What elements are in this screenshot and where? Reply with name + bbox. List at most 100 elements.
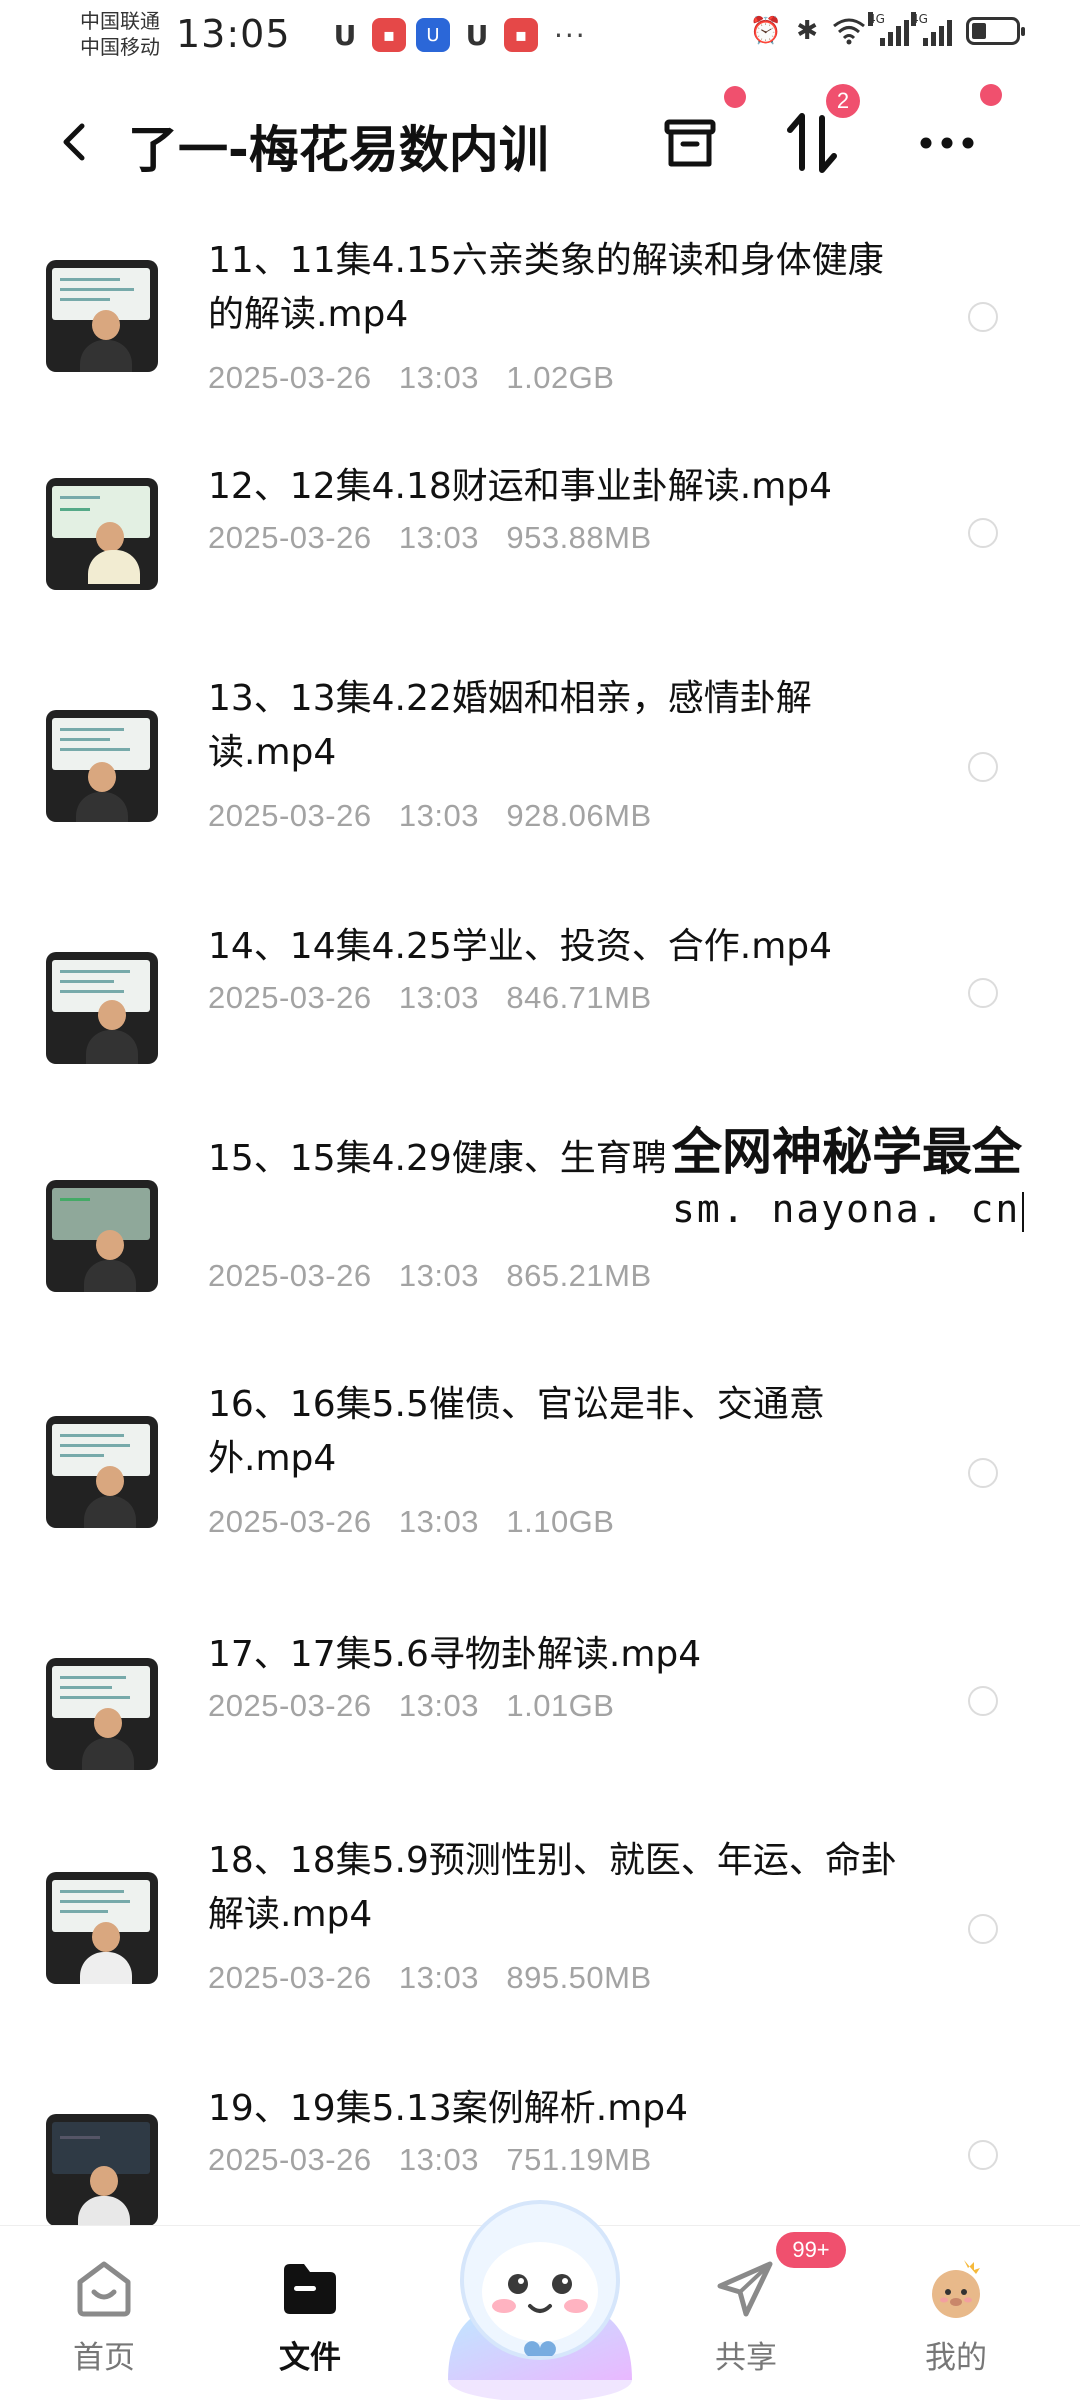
select-radio[interactable] (968, 2140, 998, 2170)
carrier-1: 中国联通 (80, 9, 160, 33)
select-radio[interactable] (968, 1458, 998, 1488)
page-title: 了一-梅花易数内训 (128, 121, 549, 179)
file-time: 13:03 (398, 520, 479, 555)
select-radio[interactable] (968, 978, 998, 1008)
carrier-info: 中国联通 中国移动 (80, 8, 160, 60)
file-time: 13:03 (398, 1688, 479, 1723)
nav-files-label: 文件 (279, 2340, 341, 2376)
file-time: 13:03 (398, 360, 479, 395)
video-thumbnail (46, 1180, 158, 1292)
file-size: 1.02GB (506, 360, 615, 395)
video-thumbnail (46, 1872, 158, 1984)
file-date: 2025-03-26 (208, 1504, 372, 1539)
watermark-title: 全网神秘学最全 (672, 1123, 1022, 1181)
file-date: 2025-03-26 (208, 1258, 372, 1293)
file-size: 865.21MB (506, 1258, 652, 1293)
battery-icon (966, 17, 1025, 45)
file-time: 13:03 (398, 1258, 479, 1293)
status-time: 13:05 (176, 12, 291, 56)
file-meta: 2025-03-26 13:03 928.06MB (208, 798, 652, 834)
file-meta: 2025-03-26 13:03 865.21MB (208, 1258, 652, 1294)
video-thumbnail (46, 260, 158, 372)
nav-home[interactable]: 首页 (44, 2256, 164, 2377)
signal-bars-2-icon: 4G (911, 12, 952, 46)
carrier-2: 中国移动 (80, 35, 160, 59)
network-type-2: 4G (911, 12, 928, 26)
file-date: 2025-03-26 (208, 2142, 372, 2177)
select-radio[interactable] (968, 1686, 998, 1716)
wifi-icon (833, 18, 865, 45)
file-time: 13:03 (398, 1960, 479, 1995)
video-thumbnail (46, 2114, 158, 2226)
file-time: 13:03 (398, 980, 479, 1015)
nav-home-label: 首页 (73, 2340, 135, 2376)
file-size: 751.19MB (506, 2142, 652, 2177)
share-badge: 99+ (776, 2232, 846, 2268)
video-thumbnail (46, 710, 158, 822)
network-type-1: 4G (868, 12, 885, 26)
back-icon[interactable] (48, 114, 104, 170)
select-radio[interactable] (968, 302, 998, 332)
file-size: 846.71MB (506, 980, 652, 1015)
file-name: 16、16集5.5催债、官讼是非、交通意外.mp4 (208, 1384, 825, 1479)
more-notifications-icon: ··· (554, 18, 587, 52)
more-icon[interactable] (912, 108, 982, 178)
red-app-icon: ▪ (504, 18, 538, 52)
watermark-overlay: 全网神秘学最全 sm. nayona. cn (664, 1120, 1031, 1234)
avatar-icon (932, 2260, 980, 2318)
file-meta: 2025-03-26 13:03 1.02GB (208, 360, 614, 396)
u-app-icon: U (465, 18, 489, 52)
file-meta: 2025-03-26 13:03 895.50MB (208, 1960, 652, 1996)
home-icon (77, 2261, 131, 2317)
file-size: 1.01GB (506, 1688, 615, 1723)
select-radio[interactable] (968, 752, 998, 782)
top-header: 了一-梅花易数内训 2 (0, 72, 1080, 222)
file-date: 2025-03-26 (208, 520, 372, 555)
video-thumbnail (46, 478, 158, 590)
u-app-icon: U (333, 18, 357, 52)
notification-icons: U ▪ U U ▪ ··· (328, 18, 587, 52)
file-size: 953.88MB (506, 520, 652, 555)
file-name: 17、17集5.6寻物卦解读.mp4 (208, 1634, 702, 1675)
more-red-dot (980, 84, 1002, 106)
trash-box-icon[interactable] (655, 108, 725, 178)
video-thumbnail (46, 1658, 158, 1770)
file-name: 14、14集4.25学业、投资、合作.mp4 (208, 926, 833, 967)
nav-files[interactable]: 文件 (250, 2256, 370, 2377)
bluetooth-icon: ✱ (796, 16, 818, 46)
file-date: 2025-03-26 (208, 1688, 372, 1723)
file-meta: 2025-03-26 13:03 846.71MB (208, 980, 652, 1016)
alarm-icon: ⏰ (749, 16, 783, 46)
nav-mine-label: 我的 (925, 2340, 987, 2376)
file-date: 2025-03-26 (208, 980, 372, 1015)
file-time: 13:03 (398, 798, 479, 833)
video-thumbnail (46, 952, 158, 1064)
blue-u-app-icon: U (416, 18, 450, 52)
status-bar: 中国联通 中国移动 13:05 U ▪ U U ▪ ··· ⏰ ✱ 4G 4G (0, 0, 1080, 72)
file-size: 1.10GB (506, 1504, 615, 1539)
signal-bars-1-icon: 4G (868, 12, 909, 46)
file-time: 13:03 (398, 1504, 479, 1539)
nav-share[interactable]: 共享 (686, 2256, 806, 2377)
sort-badge: 2 (826, 84, 860, 118)
file-date: 2025-03-26 (208, 1960, 372, 1995)
sort-icon[interactable] (778, 108, 848, 178)
file-name: 19、19集5.13案例解析.mp4 (208, 2088, 689, 2129)
select-radio[interactable] (968, 518, 998, 548)
nav-share-label: 共享 (715, 2340, 777, 2376)
file-name: 12、12集4.18财运和事业卦解读.mp4 (208, 466, 833, 507)
file-meta: 2025-03-26 13:03 953.88MB (208, 520, 652, 556)
file-time: 13:03 (398, 2142, 479, 2177)
select-radio[interactable] (968, 1914, 998, 1944)
file-meta: 2025-03-26 13:03 751.19MB (208, 2142, 652, 2178)
trash-red-dot (724, 86, 746, 108)
send-icon (717, 2261, 773, 2317)
ai-assistant-icon[interactable] (428, 2180, 652, 2400)
folder-icon (284, 2264, 336, 2314)
watermark-url: sm. nayona. cn (672, 1184, 1024, 1234)
file-name: 13、13集4.22婚姻和相亲，感情卦解读.mp4 (208, 678, 812, 773)
file-size: 895.50MB (506, 1960, 652, 1995)
nav-mine[interactable]: 我的 (896, 2256, 1016, 2377)
file-date: 2025-03-26 (208, 360, 372, 395)
file-meta: 2025-03-26 13:03 1.10GB (208, 1504, 614, 1540)
